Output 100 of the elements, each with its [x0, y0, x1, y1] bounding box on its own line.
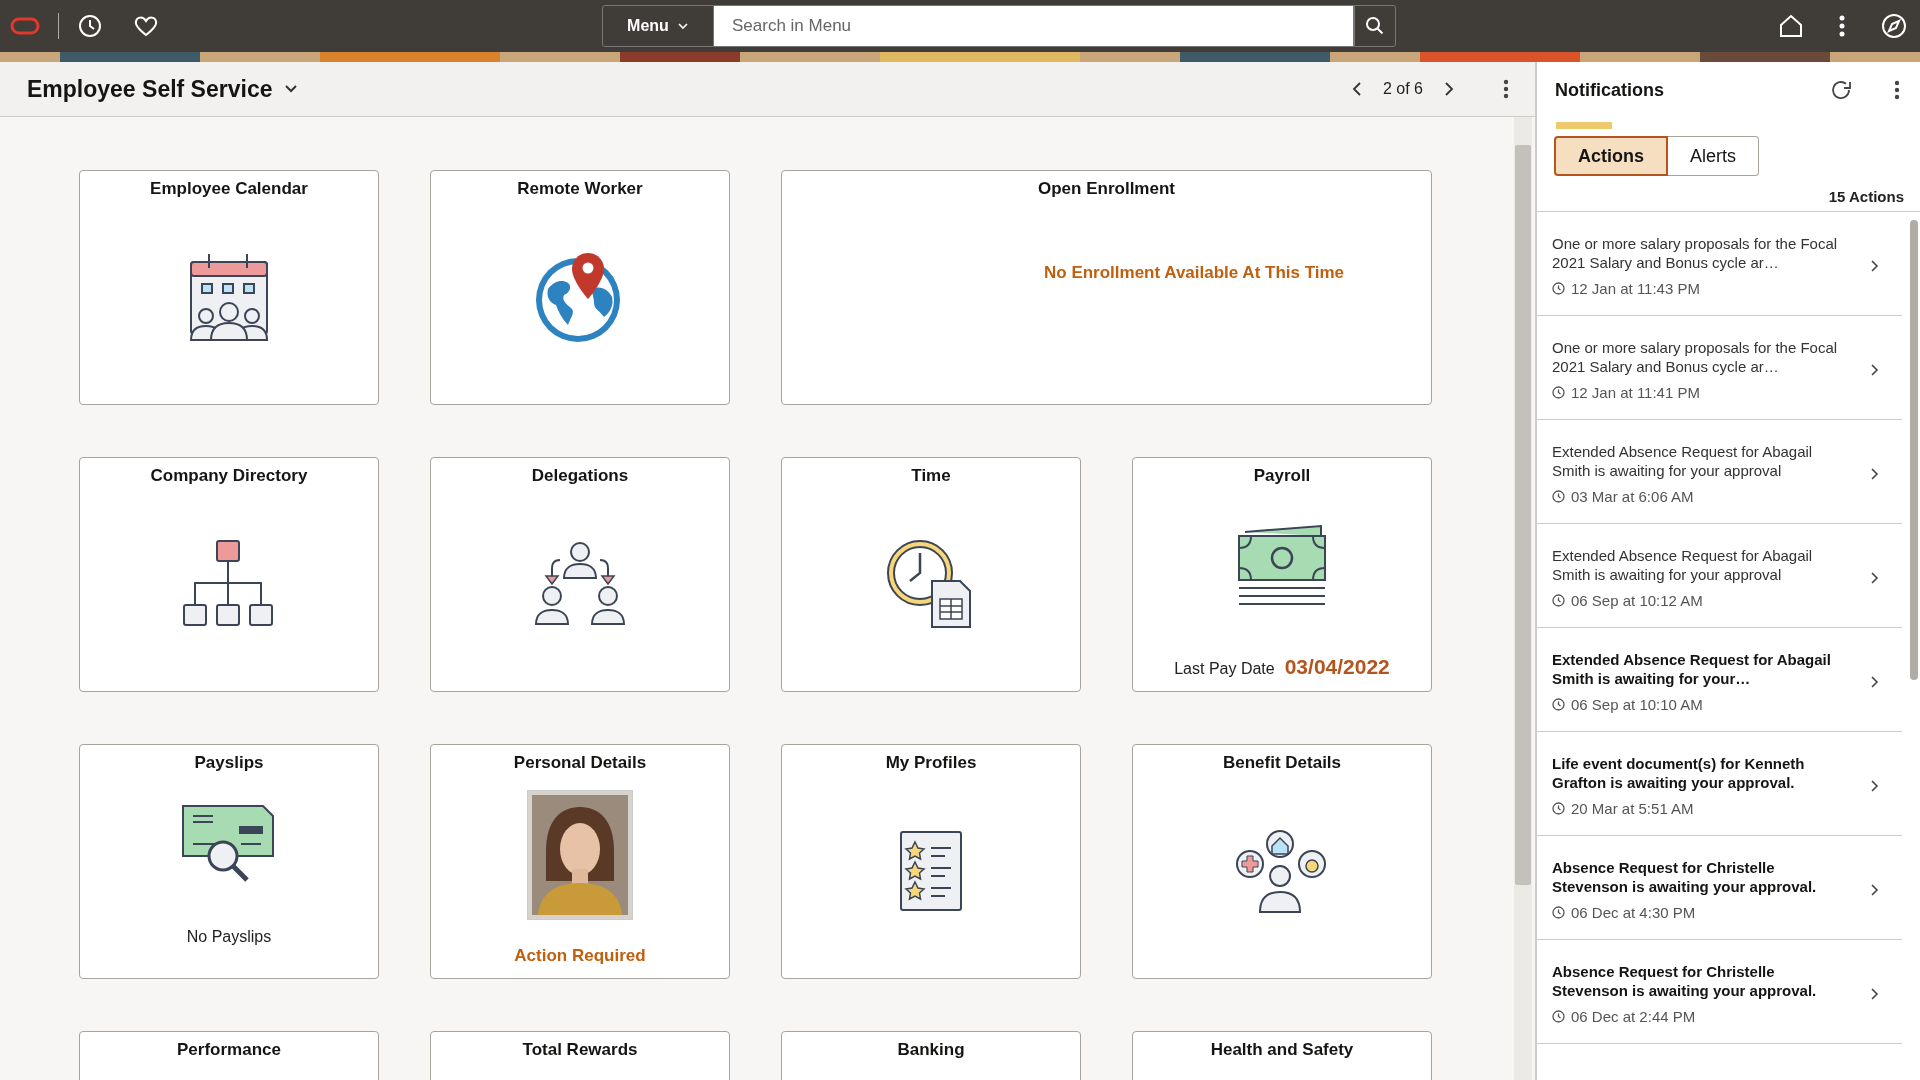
notification-item[interactable]: Life event document(s) for Kenneth Grafton is awaiting your approval. 20 Mar at 5:51 AM — [1537, 732, 1902, 836]
clock-icon — [1552, 1010, 1565, 1023]
tile-message: No Enrollment Available At This Time — [1044, 263, 1345, 283]
tab[interactable]: Alerts — [1668, 136, 1760, 176]
tile-status: No Payslips — [186, 928, 272, 947]
chevron-right-icon — [1870, 258, 1880, 273]
tile-title: Personal Details — [513, 753, 647, 773]
tile[interactable]: Personal Details Action Required — [430, 744, 730, 979]
tile-title: Payroll — [1253, 466, 1311, 486]
tile[interactable]: Payroll Last Pay Date 03/04/2022 — [1132, 457, 1432, 692]
tile[interactable]: Banking — [781, 1031, 1081, 1080]
tile-title: Performance — [177, 1040, 281, 1060]
more-icon[interactable] — [1894, 80, 1900, 100]
chevron-down-icon[interactable] — [284, 84, 299, 94]
tile-title: Company Directory — [150, 466, 308, 486]
notification-item[interactable]: Absence Request for Christelle Stevenson is awaiting your approval. 06 Dec at 4:30 PM — [1537, 836, 1902, 940]
tile-status: Action Required — [514, 946, 646, 966]
tile[interactable]: Employee Calendar — [79, 170, 379, 405]
chevron-down-icon — [676, 22, 689, 30]
tile-title: Open Enrollment — [1038, 179, 1175, 199]
tile[interactable]: Performance — [79, 1031, 379, 1080]
tile-title: Time — [911, 466, 951, 486]
notification-text: Extended Absence Request for Abagail Smith is awaiting for your approval — [1552, 546, 1814, 584]
notification-time: 06 Sep at 10:10 AM — [1571, 696, 1703, 713]
notification-item[interactable]: One or more salary proposals for the Focal 2021 Salary and Bonus cycle ar… 12 Jan at 11:41 PM — [1537, 316, 1902, 420]
footer-label: Last Pay Date — [1174, 660, 1275, 678]
tile[interactable]: Delegations — [430, 457, 730, 692]
tile-title: Remote Worker — [517, 179, 643, 199]
search-field[interactable]: Search in Menu — [714, 5, 1354, 47]
scrollbar-thumb[interactable] — [1910, 220, 1918, 680]
chevron-right-icon — [1870, 362, 1880, 377]
tile-title: Employee Calendar — [150, 179, 308, 199]
notification-time: 12 Jan at 11:43 PM — [1571, 280, 1700, 297]
menu-button[interactable]: Menu — [602, 5, 714, 47]
tile-title: Banking — [897, 1040, 965, 1060]
page-count: 2 of 6 — [1382, 80, 1423, 98]
clock-icon[interactable] — [77, 13, 103, 39]
clock-icon — [1552, 386, 1565, 399]
refresh-icon[interactable] — [1830, 78, 1854, 102]
chevron-right-icon — [1870, 466, 1880, 481]
more-icon[interactable] — [1838, 14, 1846, 38]
action-count: 15 Actions — [1537, 176, 1920, 212]
home-icon[interactable] — [1778, 13, 1804, 39]
tile-title: Total Rewards — [522, 1040, 638, 1060]
logo-icon[interactable] — [10, 17, 40, 35]
notification-time: 06 Dec at 2:44 PM — [1571, 1008, 1696, 1025]
compass-icon[interactable] — [1880, 12, 1908, 40]
pay-date: 03/04/2022 — [1284, 655, 1390, 679]
tab[interactable]: Actions — [1554, 136, 1668, 176]
notification-text: Absence Request for Christelle Stevenson is awaiting your approval. — [1552, 858, 1818, 896]
more-icon[interactable] — [1503, 79, 1509, 99]
search-button[interactable] — [1354, 5, 1396, 47]
notification-item[interactable]: One or more salary proposals for the Focal 2021 Salary and Bonus cycle ar… 12 Jan at 11:43 PM — [1537, 212, 1902, 316]
tile[interactable]: My Profiles — [781, 744, 1081, 979]
tile[interactable]: Benefit Details — [1132, 744, 1432, 979]
tile[interactable]: Time — [781, 457, 1081, 692]
notification-text: One or more salary proposals for the Focal 2021 Salary and Bonus cycle ar… — [1552, 338, 1839, 376]
clock-icon — [1552, 906, 1565, 919]
notification-time: 03 Mar at 6:06 AM — [1571, 488, 1694, 505]
tile-title: Benefit Details — [1222, 753, 1342, 773]
chevron-right-icon — [1870, 986, 1880, 1001]
notification-text: Life event document(s) for Kenneth Grafton is awaiting your approval. — [1552, 754, 1806, 792]
notification-item[interactable]: Extended Absence Request for Abagail Smith is awaiting for your approval 03 Mar at 6:06 AM — [1537, 420, 1902, 524]
page-title[interactable]: Employee Self Service — [27, 75, 273, 103]
notification-time: 20 Mar at 5:51 AM — [1571, 800, 1694, 817]
next-icon[interactable] — [1443, 81, 1455, 97]
notification-text: Extended Absence Request for Abagail Smith is awaiting for your approval — [1552, 442, 1814, 480]
calendar-people-icon — [189, 251, 269, 342]
clock-icon — [1552, 802, 1565, 815]
clock-icon — [1552, 282, 1565, 295]
tile-title: My Profiles — [885, 753, 977, 773]
tile[interactable]: Payslips No Payslips — [79, 744, 379, 979]
tile[interactable]: Health and Safety — [1132, 1031, 1432, 1080]
clock-icon — [1552, 594, 1565, 607]
tile[interactable]: Remote Worker — [430, 170, 730, 405]
notification-item[interactable]: Extended Absence Request for Abagail Smith is awaiting for your… 06 Sep at 10:10 AM — [1537, 628, 1902, 732]
search-icon — [1365, 16, 1385, 36]
previous-icon[interactable] — [1350, 81, 1363, 97]
chevron-right-icon — [1870, 778, 1880, 793]
notification-time: 06 Dec at 4:30 PM — [1571, 904, 1696, 921]
tile[interactable]: Company Directory — [79, 457, 379, 692]
notification-time: 12 Jan at 11:41 PM — [1571, 384, 1700, 401]
notification-item[interactable]: Extended Absence Request for Abagail Smith is awaiting for your approval 06 Sep at 10:12 AM — [1537, 524, 1902, 628]
notification-text: Extended Absence Request for Abagail Smith is awaiting for your… — [1552, 650, 1832, 688]
chevron-right-icon — [1870, 570, 1880, 585]
notification-text: Absence Request for Christelle Stevenson is awaiting your approval. — [1552, 962, 1818, 1000]
chevron-right-icon — [1870, 882, 1880, 897]
rated-list-icon — [899, 829, 963, 912]
tile[interactable]: Total Rewards — [430, 1031, 730, 1080]
notification-time: 06 Sep at 10:12 AM — [1571, 592, 1703, 609]
chevron-right-icon — [1870, 674, 1880, 689]
tile[interactable]: Open Enrollment No Enrollment Available At This Time — [781, 170, 1432, 405]
tile-title: Health and Safety — [1210, 1040, 1354, 1060]
tile-title: Delegations — [531, 466, 629, 486]
clock-icon — [1552, 490, 1565, 503]
banknotes-icon — [1237, 523, 1327, 608]
notification-text: One or more salary proposals for the Focal 2021 Salary and Bonus cycle ar… — [1552, 234, 1839, 272]
scrollbar[interactable] — [1514, 117, 1532, 1080]
notification-item[interactable]: Absence Request for Christelle Stevenson is awaiting your approval. 06 Dec at 2:44 PM — [1537, 940, 1902, 1044]
heart-icon[interactable] — [133, 14, 159, 38]
